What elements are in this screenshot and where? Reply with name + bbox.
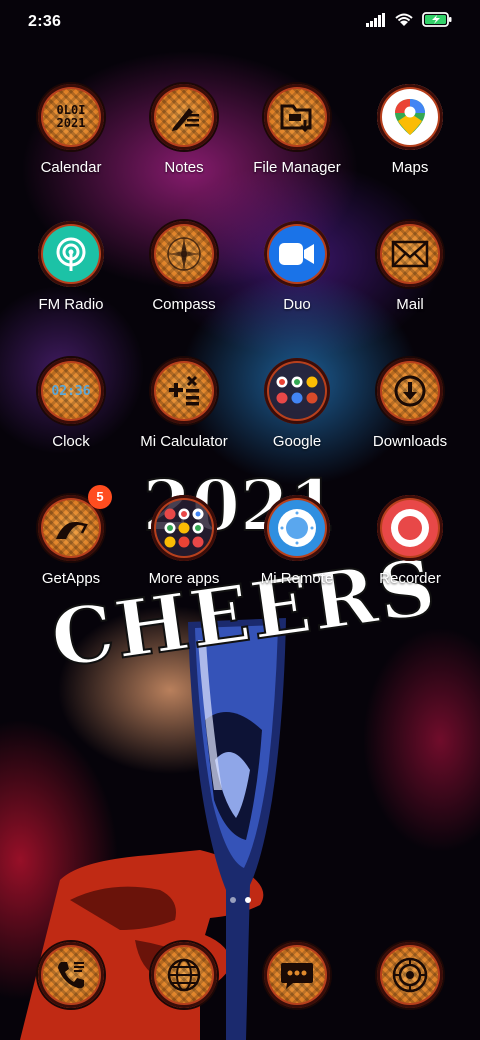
app-label: Clock <box>52 433 90 450</box>
app-clock[interactable]: 02:36 Clock <box>15 358 127 451</box>
app-label: FM Radio <box>38 296 104 313</box>
wifi-icon <box>395 13 413 26</box>
duo-icon <box>264 221 330 287</box>
app-label: Google <box>272 433 322 450</box>
app-label: GetApps <box>41 570 101 587</box>
status-icons <box>366 12 452 27</box>
status-time: 2:36 <box>28 13 62 30</box>
clock-icon: 02:36 <box>38 358 104 424</box>
app-label: Downloads <box>372 433 448 450</box>
app-fm-radio[interactable]: FM Radio <box>15 221 127 314</box>
app-more-apps-folder[interactable]: More apps <box>128 495 240 588</box>
notes-icon <box>151 84 217 150</box>
recorder-icon <box>377 495 443 561</box>
app-recorder[interactable]: Recorder <box>354 495 466 588</box>
downloads-icon <box>377 358 443 424</box>
app-mi-calculator[interactable]: Mi Calculator <box>128 358 240 451</box>
maps-icon <box>377 84 443 150</box>
file-manager-icon <box>264 84 330 150</box>
app-label: Notes <box>164 159 204 176</box>
app-calendar[interactable]: 0L0I 2021 Calendar <box>15 84 127 177</box>
messaging-icon <box>264 942 330 1008</box>
app-label: More apps <box>148 570 220 587</box>
browser-icon <box>151 942 217 1008</box>
calendar-icon-text: 0L0I 2021 <box>56 103 86 130</box>
app-label: File Manager <box>253 159 341 176</box>
mi-remote-icon <box>264 495 330 561</box>
app-label: Duo <box>283 296 311 313</box>
getapps-icon: 5 <box>38 485 112 561</box>
battery-charging-icon <box>422 12 452 27</box>
calculator-icon <box>151 358 217 424</box>
app-label: Compass <box>152 296 216 313</box>
app-mail[interactable]: Mail <box>354 221 466 314</box>
app-file-manager[interactable]: File Manager <box>241 84 353 177</box>
signal-icon <box>366 12 385 27</box>
app-label: Recorder <box>379 570 441 587</box>
dock-camera[interactable] <box>354 942 466 1008</box>
page-dot-active[interactable] <box>244 897 251 903</box>
more-apps-folder-icon <box>151 495 217 561</box>
phone-icon <box>38 942 104 1008</box>
dock-phone[interactable] <box>15 942 127 1008</box>
app-maps[interactable]: Maps <box>354 84 466 177</box>
google-folder-icon <box>264 358 330 424</box>
compass-icon <box>151 221 217 287</box>
app-google-folder[interactable]: Google <box>241 358 353 451</box>
calendar-icon: 0L0I 2021 <box>38 84 104 150</box>
status-bar: 2:36 <box>0 0 480 44</box>
app-notes[interactable]: Notes <box>128 84 240 177</box>
fm-radio-icon <box>38 221 104 287</box>
dock-browser[interactable] <box>128 942 240 1008</box>
app-duo[interactable]: Duo <box>241 221 353 314</box>
camera-icon <box>377 942 443 1008</box>
app-getapps[interactable]: 5 GetApps <box>15 485 127 588</box>
app-label: Mi Calculator <box>140 433 228 450</box>
app-label: Maps <box>391 159 429 176</box>
page-indicator <box>0 897 480 903</box>
clock-icon-text: 02:36 <box>51 383 91 399</box>
app-label: Mail <box>396 296 424 313</box>
app-compass[interactable]: Compass <box>128 221 240 314</box>
mail-icon <box>377 221 443 287</box>
app-label: Mi Remote <box>260 570 334 587</box>
page-dot[interactable] <box>229 897 236 903</box>
app-mi-remote[interactable]: Mi Remote <box>241 495 353 588</box>
dock-messaging[interactable] <box>241 942 353 1008</box>
notification-badge: 5 <box>88 485 112 509</box>
app-downloads[interactable]: Downloads <box>354 358 466 451</box>
app-label: Calendar <box>40 159 102 176</box>
